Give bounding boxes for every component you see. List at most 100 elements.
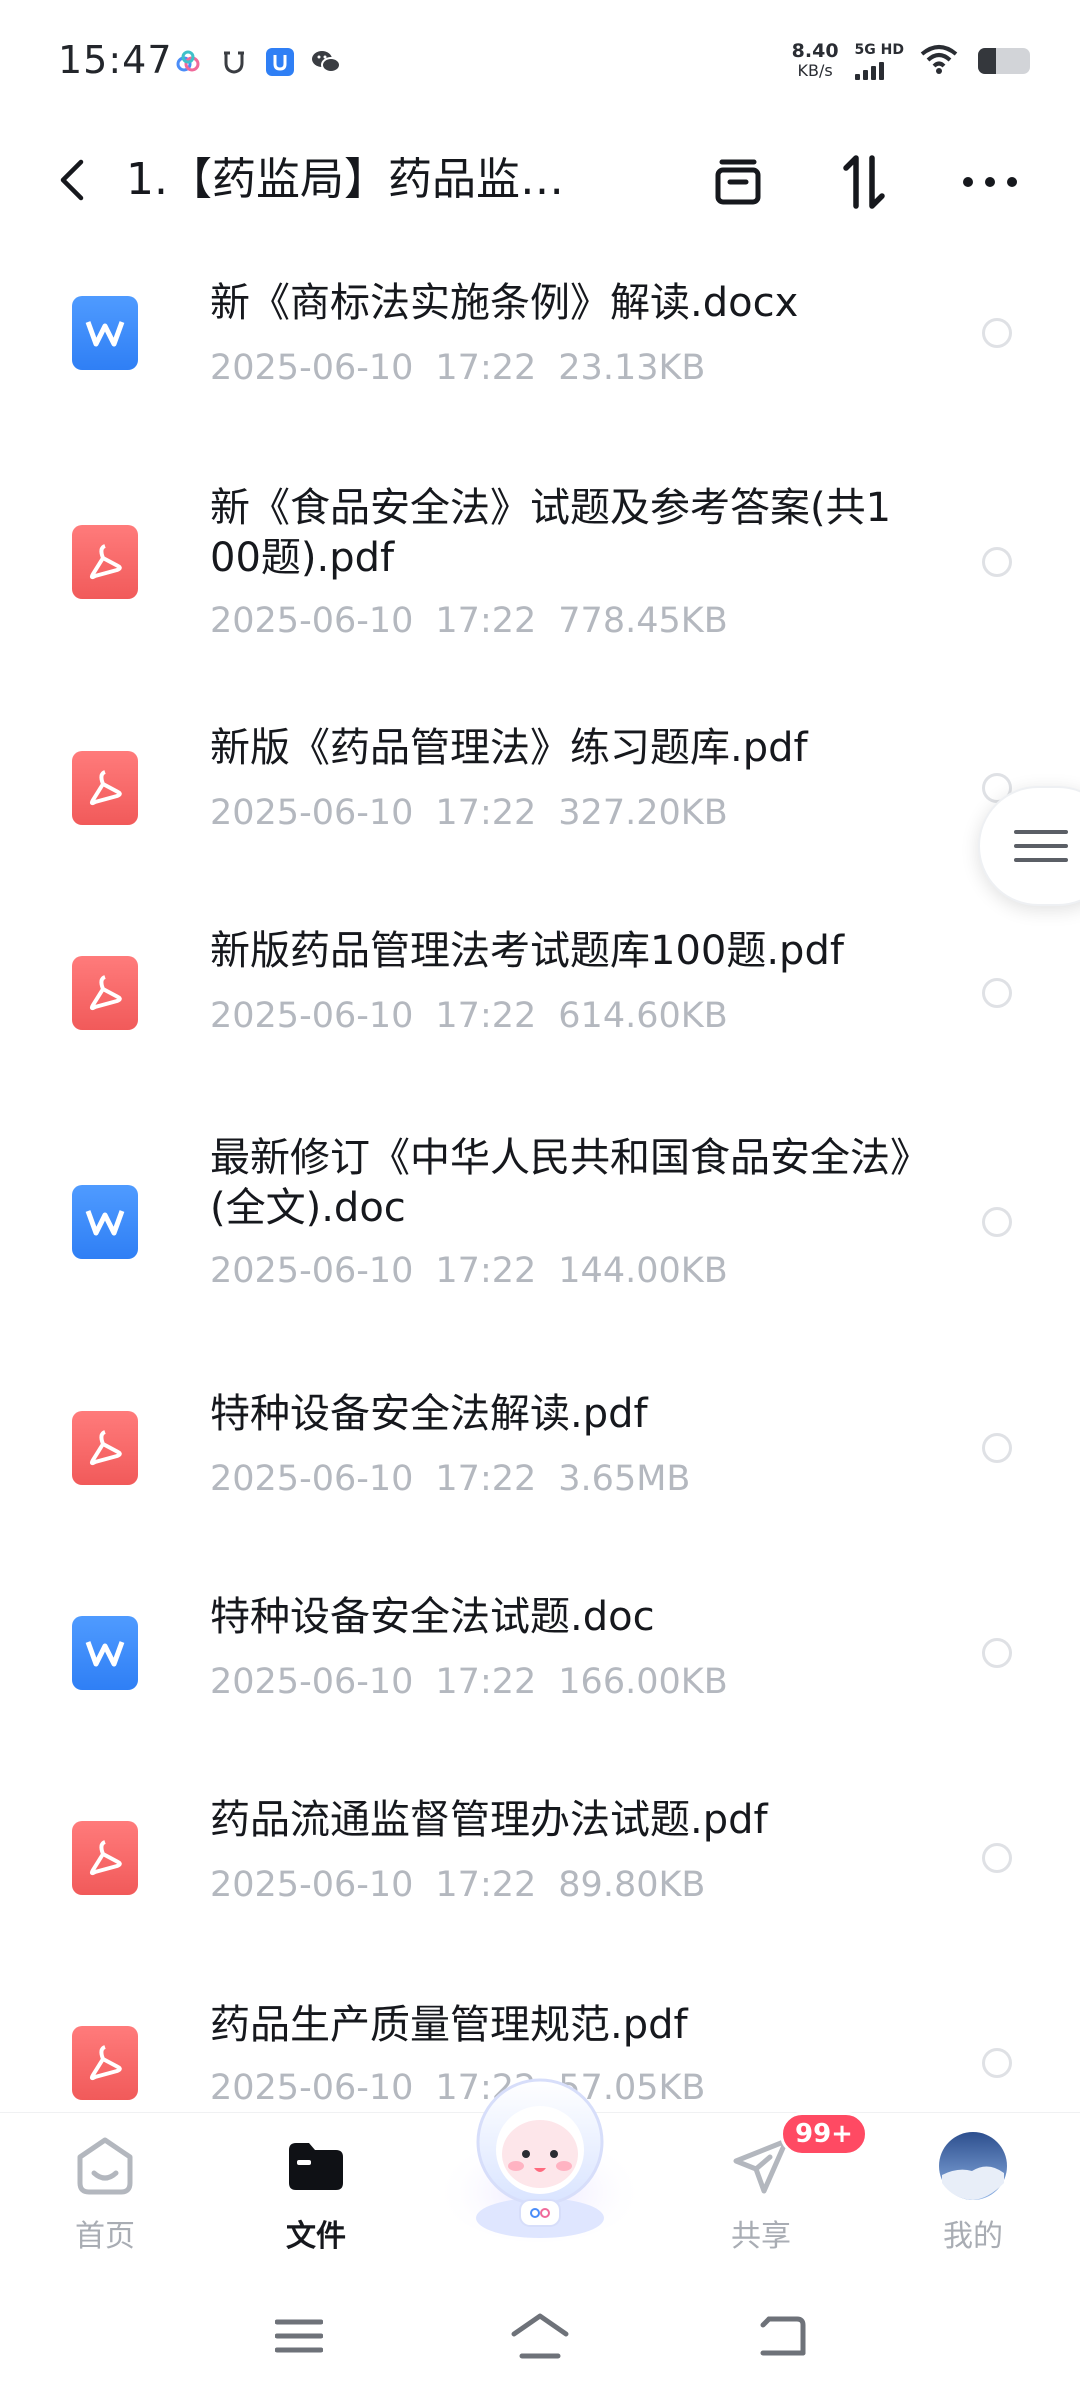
cell-signal: 5G HD bbox=[854, 41, 904, 80]
select-radio[interactable] bbox=[982, 1433, 1012, 1463]
file-size: 166.00KB bbox=[558, 1662, 728, 1702]
file-size: 614.60KB bbox=[558, 996, 728, 1036]
file-row[interactable]: 最新修订《中华人民共和国食品安全法》(全文).doc 2025-06-10 17:… bbox=[0, 1095, 1080, 1345]
file-meta: 2025-06-10 17:22 23.13KB bbox=[210, 348, 727, 388]
file-name: 药品流通监督管理办法试题.pdf bbox=[210, 1797, 768, 1843]
pdf-file-icon bbox=[72, 956, 138, 1030]
cloud-app-icon bbox=[172, 46, 204, 78]
folder-icon bbox=[281, 2131, 351, 2201]
hamburger-icon bbox=[1014, 830, 1068, 862]
mascot-assistant-button[interactable] bbox=[432, 2050, 648, 2250]
file-name: 新版《药品管理法》练习题库.pdf bbox=[210, 725, 808, 771]
file-time: 17:22 bbox=[435, 601, 537, 641]
folder-title: 1.【药监局】药品监… bbox=[126, 154, 564, 205]
file-row[interactable]: 新版药品管理法考试题库100题.pdf 2025-06-10 17:22 614.6… bbox=[0, 890, 1080, 1095]
battery-fill bbox=[978, 48, 997, 74]
nav-mine-label: 我的 bbox=[943, 2219, 1003, 2254]
nav-files-label: 文件 bbox=[286, 2219, 346, 2254]
file-name: 最新修订《中华人民共和国食品安全法》(全文).doc bbox=[210, 1135, 910, 1231]
file-date: 2025-06-10 bbox=[210, 1662, 414, 1702]
word-file-icon bbox=[72, 296, 138, 370]
file-name: 特种设备安全法试题.doc bbox=[210, 1594, 655, 1640]
file-time: 17:22 bbox=[435, 1251, 537, 1291]
file-date: 2025-06-10 bbox=[210, 2068, 414, 2108]
file-date: 2025-06-10 bbox=[210, 1459, 414, 1499]
u-app-icon bbox=[264, 46, 296, 78]
select-radio[interactable] bbox=[982, 1843, 1012, 1873]
file-name: 新《食品安全法》试题及参考答案(共100题).pdf bbox=[210, 485, 892, 581]
select-radio[interactable] bbox=[982, 2048, 1012, 2078]
sort-button[interactable] bbox=[832, 150, 896, 214]
file-meta: 2025-06-10 17:22 3.65MB bbox=[210, 1459, 712, 1499]
more-dots-icon bbox=[963, 177, 1017, 187]
file-time: 17:22 bbox=[435, 996, 537, 1036]
home-face-icon bbox=[70, 2131, 140, 2201]
recent-apps-button[interactable] bbox=[264, 2306, 334, 2366]
file-date: 2025-06-10 bbox=[210, 348, 414, 388]
file-time: 17:22 bbox=[435, 1662, 537, 1702]
file-row[interactable]: 特种设备安全法试题.doc 2025-06-10 17:22 166.00KB bbox=[0, 1550, 1080, 1755]
back-system-button[interactable] bbox=[746, 2306, 816, 2366]
select-radio[interactable] bbox=[982, 318, 1012, 348]
status-right: 8.40 KB/s 5G HD bbox=[792, 42, 1030, 80]
pdf-file-icon bbox=[72, 751, 138, 825]
system-nav-bar bbox=[0, 2282, 1080, 2400]
network-speed-unit: KB/s bbox=[797, 61, 833, 80]
file-row[interactable]: 特种设备安全法解读.pdf 2025-06-10 17:22 3.65MB bbox=[0, 1345, 1080, 1550]
nav-home[interactable]: 首页 bbox=[35, 2131, 175, 2255]
return-arrow-icon bbox=[760, 2316, 806, 2356]
file-name: 药品生产质量管理规范.pdf bbox=[210, 2002, 688, 2048]
file-size: 3.65MB bbox=[558, 1459, 691, 1499]
file-list: 新《商标法实施条例》解读.docx 2025-06-10 17:22 23.13KB… bbox=[0, 230, 1080, 2112]
file-size: 89.80KB bbox=[558, 1865, 706, 1905]
file-row[interactable]: 新《食品安全法》试题及参考答案(共100题).pdf 2025-06-10 17:… bbox=[0, 435, 1080, 685]
file-meta: 2025-06-10 17:22 144.00KB bbox=[210, 1251, 750, 1291]
select-radio[interactable] bbox=[982, 1638, 1012, 1668]
file-meta: 2025-06-10 17:22 89.80KB bbox=[210, 1865, 727, 1905]
nav-share-label: 共享 bbox=[731, 2219, 791, 2254]
avatar bbox=[938, 2131, 1008, 2201]
pdf-file-icon bbox=[72, 1821, 138, 1895]
back-button[interactable] bbox=[44, 152, 100, 208]
file-row[interactable]: 新版《药品管理法》练习题库.pdf 2025-06-10 17:22 327.20K… bbox=[0, 685, 1080, 890]
file-date: 2025-06-10 bbox=[210, 793, 414, 833]
menu-lines-icon bbox=[275, 2319, 323, 2353]
nav-home-label: 首页 bbox=[75, 2219, 135, 2254]
header: 1.【药监局】药品监… bbox=[0, 130, 1080, 230]
select-radio[interactable] bbox=[982, 1207, 1012, 1237]
file-row[interactable]: 新《商标法实施条例》解读.docx 2025-06-10 17:22 23.13KB bbox=[0, 230, 1080, 435]
status-time: 15:47 bbox=[58, 38, 173, 82]
pdf-file-icon bbox=[72, 525, 138, 599]
file-meta: 2025-06-10 17:22 166.00KB bbox=[210, 1662, 750, 1702]
file-row[interactable]: 药品流通监督管理办法试题.pdf 2025-06-10 17:22 89.80KB bbox=[0, 1755, 1080, 1960]
file-time: 17:22 bbox=[435, 1459, 537, 1499]
nav-files[interactable]: 文件 bbox=[246, 2131, 386, 2255]
file-time: 17:22 bbox=[435, 1865, 537, 1905]
sort-icon bbox=[843, 155, 885, 209]
select-radio[interactable] bbox=[982, 978, 1012, 1008]
file-name: 新《商标法实施条例》解读.docx bbox=[210, 280, 799, 326]
pdf-file-icon bbox=[72, 2026, 138, 2100]
word-file-icon bbox=[72, 1185, 138, 1259]
file-date: 2025-06-10 bbox=[210, 1865, 414, 1905]
network-speed: 8.40 KB/s bbox=[791, 40, 839, 81]
status-bar: 15:47 8.40 KB/s 5G HD bbox=[0, 0, 1080, 130]
file-date: 2025-06-10 bbox=[210, 996, 414, 1036]
file-size: 23.13KB bbox=[558, 348, 706, 388]
file-time: 17:22 bbox=[435, 793, 537, 833]
shield-icon bbox=[218, 46, 250, 78]
wifi-icon bbox=[920, 44, 958, 78]
archive-button[interactable] bbox=[706, 150, 770, 214]
file-meta: 2025-06-10 17:22 327.20KB bbox=[210, 793, 750, 833]
file-meta: 2025-06-10 17:22 614.60KB bbox=[210, 996, 750, 1036]
signal-bars-icon bbox=[854, 60, 884, 80]
network-speed-value: 8.40 bbox=[791, 40, 839, 62]
file-date: 2025-06-10 bbox=[210, 1251, 414, 1291]
select-radio[interactable] bbox=[982, 547, 1012, 577]
more-button[interactable] bbox=[958, 150, 1022, 214]
file-size: 778.45KB bbox=[558, 601, 728, 641]
back-arrow-icon bbox=[60, 159, 84, 201]
home-button[interactable] bbox=[505, 2306, 575, 2366]
nav-mine[interactable]: 我的 bbox=[903, 2131, 1043, 2255]
signal-label: 5G HD bbox=[854, 41, 904, 58]
